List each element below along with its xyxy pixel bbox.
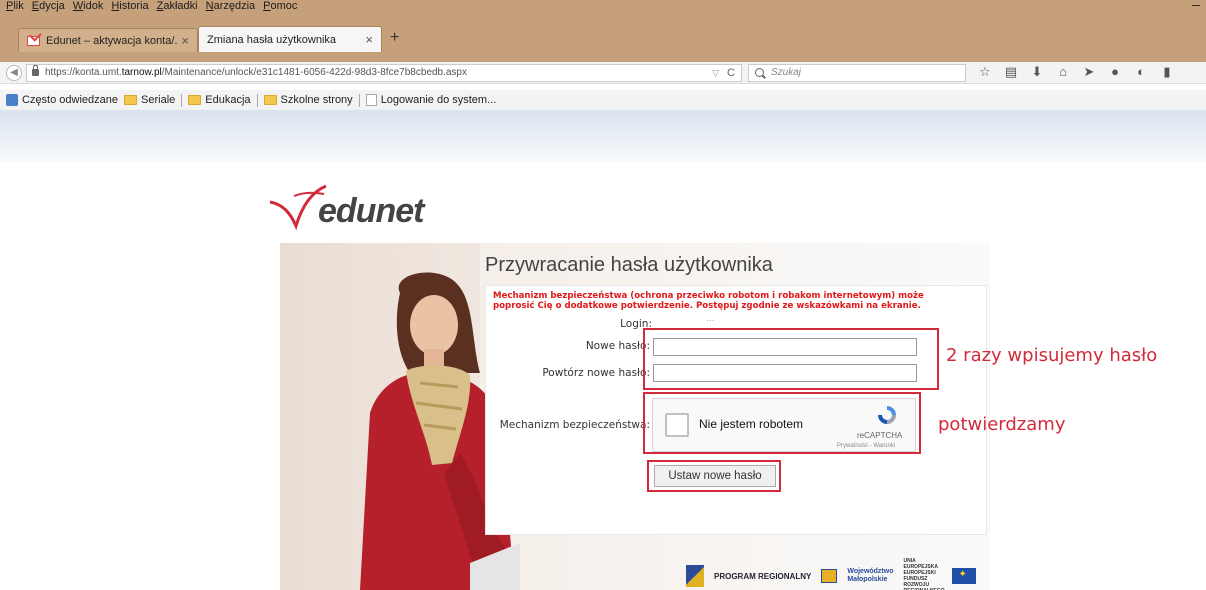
menu-historia[interactable]: Historia [111, 0, 148, 12]
bookmark-label: Często odwiedzane [22, 94, 119, 106]
menu-icon[interactable]: ▮ [1160, 64, 1174, 80]
menu-widok[interactable]: Widok [73, 0, 104, 12]
folder-icon [263, 95, 277, 105]
tab-edunet-activation[interactable]: Edunet – aktywacja konta/... × [18, 28, 198, 52]
eu-flag-icon [951, 568, 976, 584]
gmail-icon [27, 35, 40, 46]
search-icon [755, 68, 764, 77]
url-path: /Maintenance/unlock/e31c1481-6056-422d-9… [161, 67, 467, 78]
search-input[interactable]: Szukaj [748, 64, 966, 82]
tab-bar: Edunet – aktywacja konta/... × Zmiana ha… [0, 12, 1206, 62]
security-warning: Mechanizm bezpieczeństwa (ochrona przeci… [493, 291, 924, 311]
security-mechanism-label: Mechanizm bezpieczeństwa: [499, 419, 650, 431]
menu-zakladki[interactable]: Zakładki [157, 0, 198, 12]
url-dropdown-icon[interactable]: ▽ [712, 65, 719, 81]
bookmark-star-icon [6, 94, 18, 106]
logo-text: edunet [318, 192, 424, 230]
bookmark-logowanie[interactable]: Logowanie do system... [365, 94, 497, 106]
bookmark-szkolne-strony[interactable]: Szkolne strony [263, 94, 353, 106]
home-icon[interactable]: ⌂ [1056, 64, 1070, 80]
tab-password-change[interactable]: Zmiana hasła użytkownika × [198, 26, 382, 52]
url-bar[interactable]: https://konta.umt.tarnow.pl/Maintenance/… [26, 64, 742, 82]
bookmark-seriale[interactable]: Seriale [124, 94, 175, 106]
menu-narzedzia[interactable]: Narzędzia [206, 0, 256, 12]
bookmark-label: Logowanie do system... [380, 94, 497, 106]
login-value: ... [706, 314, 715, 324]
lock-icon [32, 65, 39, 76]
repeat-password-label: Powtórz nowe hasło: [542, 367, 650, 379]
page-icon [365, 94, 377, 106]
bookmark-czesto-odwiedzane[interactable]: Często odwiedzane [6, 94, 118, 106]
note-confirm: potwierdzamy [938, 414, 1066, 435]
bookmark-label: Seriale [141, 94, 176, 106]
malopolska-coat-icon [821, 569, 838, 583]
bookmark-separator [181, 93, 183, 107]
password-highlight-box [643, 328, 939, 390]
search-placeholder: Szukaj [771, 67, 802, 78]
bookmark-label: Szkolne strony [280, 94, 353, 106]
captcha-highlight-box [643, 392, 921, 454]
back-button[interactable]: ◀ [6, 65, 22, 81]
chat-icon[interactable]: ● [1108, 64, 1122, 80]
program-regionalny-text: PROGRAM REGIONALNY [714, 571, 812, 581]
menu-pomoc[interactable]: Pomoc [263, 0, 297, 12]
toolbar-icons: ☆ ▤ ⬇ ⌂ ➤ ● ◐ ▮ [978, 64, 1174, 80]
url-prefix: https://konta.umt. [45, 67, 122, 78]
menu-plik[interactable]: Plik [6, 0, 24, 12]
star-icon[interactable]: ☆ [978, 64, 992, 80]
navigation-bar: ◀ https://konta.umt.tarnow.pl/Maintenanc… [0, 62, 1206, 84]
minimize-button[interactable]: – [1192, 0, 1200, 12]
new-tab-button[interactable]: + [390, 29, 399, 47]
program-regionalny-icon [686, 565, 704, 587]
footer-logos: PROGRAM REGIONALNY Województwo Małopolski… [686, 558, 986, 590]
tab-label: Zmiana hasła użytkownika [207, 33, 337, 46]
bookmark-label: Edukacja [205, 94, 251, 106]
bookmark-edukacja[interactable]: Edukacja [188, 94, 251, 106]
eu-text: UNIA EUROPEJSKA EUROPEJSKI FUNDUSZ ROZWO… [903, 558, 945, 590]
note-password-twice: 2 razy wpisujemy hasło [946, 345, 1158, 366]
reload-icon[interactable]: C [727, 65, 735, 81]
close-icon[interactable]: × [181, 33, 189, 48]
page-title: Przywracanie hasła użytkownika [485, 254, 773, 276]
folder-icon [188, 95, 202, 105]
url-domain: tarnow.pl [121, 67, 162, 78]
new-password-label: Nowe hasło: [585, 340, 650, 352]
menu-edycja[interactable]: Edycja [32, 0, 65, 12]
bookmark-separator [256, 93, 258, 107]
bookmarks-bar: Często odwiedzane Seriale Edukacja Szkol… [0, 90, 1206, 110]
send-icon[interactable]: ➤ [1082, 64, 1096, 80]
folder-icon [124, 95, 138, 105]
download-icon[interactable]: ⬇ [1030, 64, 1044, 80]
page-header-band [0, 110, 1206, 162]
close-icon[interactable]: × [365, 32, 373, 47]
extension-icon[interactable]: ◐ [1134, 64, 1148, 80]
menu-bar: Plik Edycja Widok Historia Zakładki Narz… [0, 0, 1206, 12]
reading-list-icon[interactable]: ▤ [1004, 64, 1018, 80]
tab-label: Edunet – aktywacja konta/... [46, 34, 178, 47]
submit-highlight-box [647, 460, 781, 492]
login-label: Login: [620, 318, 652, 330]
edunet-logo: edunet [268, 180, 458, 231]
bookmark-separator [358, 93, 360, 107]
malopolska-text: Województwo Małopolskie [847, 568, 894, 583]
